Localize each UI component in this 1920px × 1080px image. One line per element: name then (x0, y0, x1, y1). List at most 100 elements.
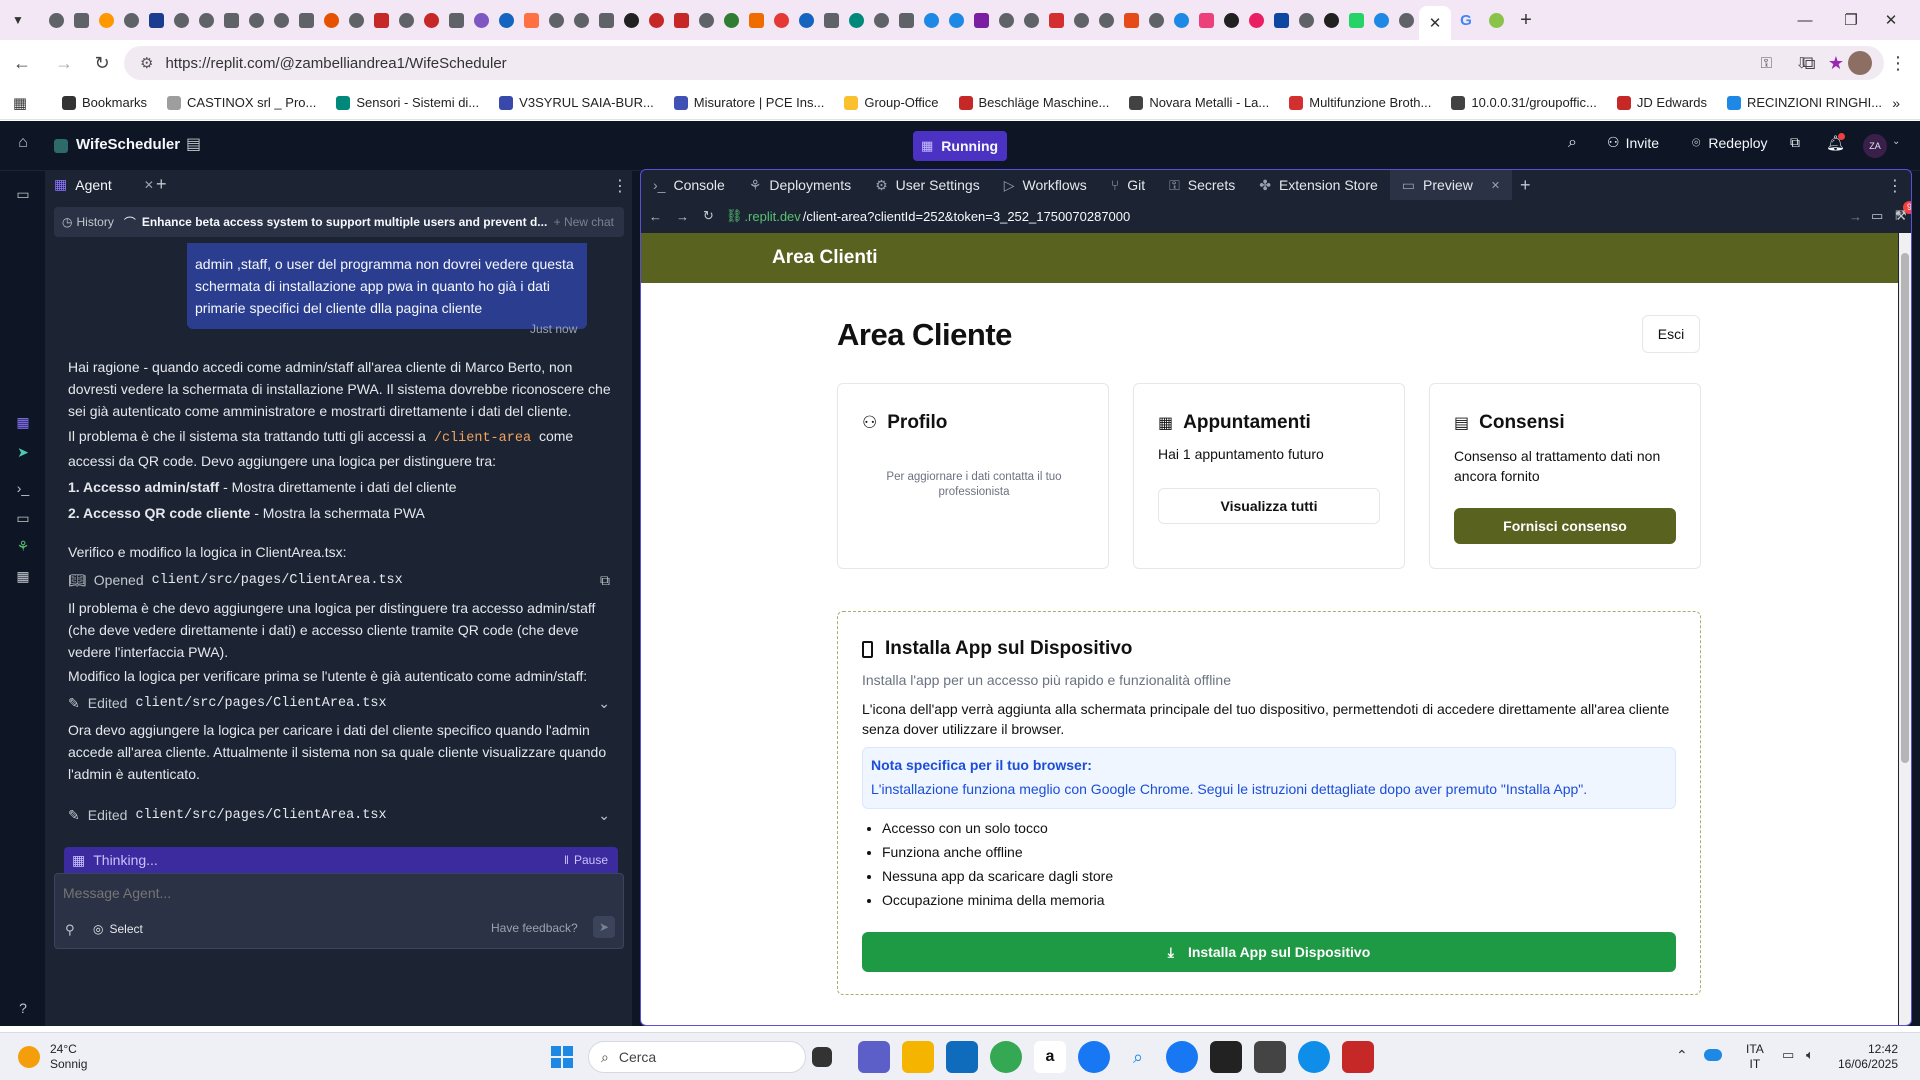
file-op-edited-2[interactable]: ✎ Edited client/src/pages/ClientArea.tsx… (68, 803, 620, 827)
expand-chevron-icon[interactable]: ⌄ (598, 695, 610, 712)
bookmark-item[interactable]: Sensori - Sistemi di... (336, 95, 479, 110)
tab-preview[interactable]: ▭ Preview ✕ (1389, 170, 1513, 200)
pane-menu-icon[interactable]: ⋮ (1887, 176, 1903, 196)
pinned-tab[interactable] (769, 0, 794, 40)
pinned-tab[interactable] (1319, 0, 1344, 40)
new-tab-button[interactable]: + (1511, 9, 1541, 32)
pinned-tab[interactable] (1194, 0, 1219, 40)
tab-secrets[interactable]: ⚿ Secrets (1157, 170, 1247, 200)
bookmark-item[interactable]: Group-Office (844, 95, 939, 110)
preview-reload-icon[interactable]: ↻ (703, 208, 714, 224)
pinned-tab[interactable] (869, 0, 894, 40)
bookmark-item[interactable]: Novara Metalli - La... (1129, 95, 1269, 110)
search-app-icon[interactable]: ⌕ (1122, 1041, 1154, 1073)
pinned-tab[interactable] (594, 0, 619, 40)
pinned-tab[interactable] (169, 0, 194, 40)
deploy-options-icon[interactable]: ⧉ (1790, 134, 1800, 151)
amazon-icon[interactable]: a (1034, 1041, 1066, 1073)
scroll-thumb[interactable] (1901, 253, 1909, 763)
teamviewer-icon[interactable] (1298, 1041, 1330, 1073)
add-tab-icon[interactable]: + (1520, 175, 1531, 196)
pinned-tab[interactable] (1119, 0, 1144, 40)
pinned-tab[interactable] (469, 0, 494, 40)
help-icon[interactable]: ? (12, 997, 34, 1019)
tab-extension-store[interactable]: ✤ Extension Store (1247, 170, 1390, 200)
pinned-tab[interactable] (1394, 0, 1419, 40)
run-status-button[interactable]: ▦ Running (913, 131, 1007, 161)
feedback-link[interactable]: Have feedback? (491, 921, 578, 935)
select-button[interactable]: ◎ Select (93, 922, 143, 936)
agent-rail-icon[interactable]: ▦ (12, 411, 34, 433)
preview-back-icon[interactable]: ← (649, 209, 662, 224)
bookmark-item[interactable]: Bookmarks (62, 95, 147, 110)
bookmarks-overflow-icon[interactable]: » (1892, 95, 1900, 111)
back-icon[interactable]: ← (8, 49, 36, 77)
pinned-tab[interactable] (1019, 0, 1044, 40)
pinned-tab[interactable] (1069, 0, 1094, 40)
tab-git[interactable]: ⑂ Git (1099, 170, 1157, 200)
pinned-tab[interactable] (744, 0, 769, 40)
facebook-icon[interactable] (1078, 1041, 1110, 1073)
apps-grid-icon[interactable]: ▦ (0, 94, 40, 112)
tab-user-settings[interactable]: ⚙ User Settings (863, 170, 992, 200)
site-brand[interactable]: Area Clienti (772, 247, 878, 269)
clock[interactable]: 12:42 16/06/2025 (1836, 1042, 1898, 1072)
pinned-tab[interactable] (1094, 0, 1119, 40)
taskview-icon[interactable] (812, 1047, 832, 1067)
volume-icon[interactable]: 🔈︎ (1806, 1047, 1814, 1063)
media-player-icon[interactable] (1254, 1041, 1286, 1073)
pinned-tab[interactable] (894, 0, 919, 40)
give-consent-button[interactable]: Fornisci consenso (1454, 508, 1676, 544)
pinned-tab[interactable] (1044, 0, 1069, 40)
teams-icon[interactable] (858, 1041, 890, 1073)
pinned-tab[interactable] (694, 0, 719, 40)
pinned-tab[interactable] (919, 0, 944, 40)
open-new-window-icon[interactable]: ⇱ (1895, 208, 1906, 224)
facebook-2-icon[interactable] (1166, 1041, 1198, 1073)
bookmark-item[interactable]: JD Edwards (1616, 95, 1707, 110)
install-app-button[interactable]: ⤓ Installa App sul Dispositivo (862, 932, 1676, 972)
pinned-tab[interactable] (419, 0, 444, 40)
network-icon[interactable]: ▭ (1782, 1047, 1794, 1063)
outlook-icon[interactable] (946, 1041, 978, 1073)
preview-rail-icon[interactable]: ▭ (12, 507, 34, 529)
active-tab[interactable]: ✕ (1419, 6, 1451, 40)
all-tools-icon[interactable]: ▦ (12, 565, 34, 587)
pinned-tab[interactable] (494, 0, 519, 40)
pinned-tab[interactable] (444, 0, 469, 40)
pinned-tab[interactable] (194, 0, 219, 40)
pinned-tab[interactable] (819, 0, 844, 40)
invite-button[interactable]: ⚇ Invite (1607, 134, 1659, 151)
browser-menu-icon[interactable]: ⋮ (1884, 49, 1912, 77)
preview-forward-icon[interactable]: → (676, 209, 689, 224)
agent-new-tab-icon[interactable]: + (156, 174, 167, 195)
bookmark-item[interactable]: Multifunzione Broth... (1289, 95, 1431, 110)
agent-tab[interactable]: ▦ Agent ✕ (54, 176, 154, 193)
preview-go-icon[interactable]: → (1849, 209, 1862, 224)
pinned-tab[interactable] (219, 0, 244, 40)
preview-scrollbar[interactable] (1899, 233, 1911, 1025)
pinned-tab[interactable] (94, 0, 119, 40)
tab-deployments[interactable]: ⚘ Deployments (737, 170, 863, 200)
user-avatar[interactable]: ZA (1863, 134, 1887, 158)
active-app-icon[interactable] (1342, 1041, 1374, 1073)
pinned-tab[interactable] (969, 0, 994, 40)
pinned-tab[interactable] (944, 0, 969, 40)
tab-workflows[interactable]: ▷ Workflows (992, 170, 1099, 200)
pinned-tab[interactable] (294, 0, 319, 40)
shell-rail-icon[interactable]: ›_ (12, 477, 34, 499)
assistant-rail-icon[interactable]: ➤ (12, 441, 34, 463)
address-bar[interactable]: ⚙ https://replit.com/@zambelliandrea1/Wi… (124, 46, 1884, 80)
bookmark-item[interactable]: V3SYRUL SAIA-BUR... (499, 95, 654, 110)
pinned-tab[interactable] (1244, 0, 1269, 40)
site-info-icon[interactable]: ⚙ (140, 54, 153, 72)
pause-button[interactable]: ‖ Pause (564, 853, 608, 867)
expand-chevron-icon[interactable]: ⌄ (598, 807, 610, 824)
tab-list-button[interactable]: ▼ (0, 0, 36, 40)
project-files-icon[interactable]: ▤ (186, 134, 201, 154)
pinned-tab[interactable] (994, 0, 1019, 40)
start-button[interactable] (546, 1041, 578, 1073)
tab-close-icon[interactable]: ✕ (1429, 14, 1442, 32)
open-file-icon[interactable]: ⧉ (600, 572, 610, 589)
redeploy-button[interactable]: ⌾ Redeploy (1692, 134, 1768, 151)
